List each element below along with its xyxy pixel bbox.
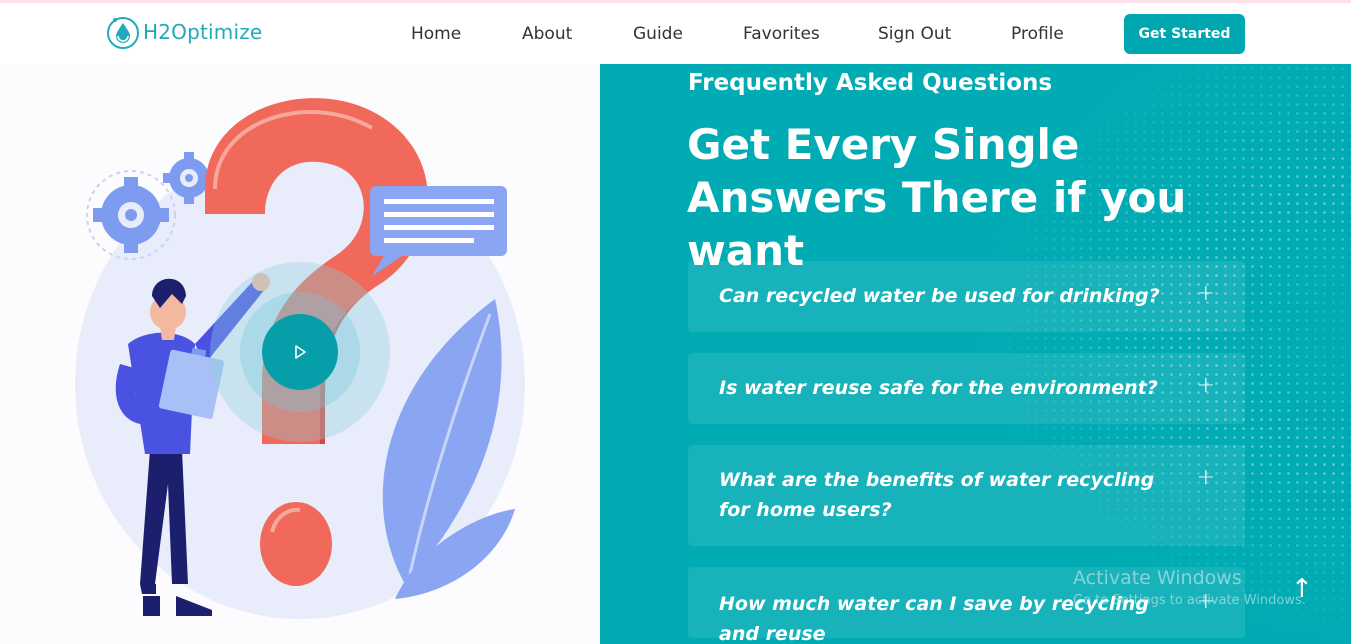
activate-windows-title: Activate Windows [1073, 567, 1242, 589]
faq-kicker: Frequently Asked Questions [688, 70, 1053, 96]
faq-heading: Get Every Single Answers There if you wa… [687, 120, 1187, 275]
plus-icon: + [1196, 373, 1215, 398]
plus-icon: + [1196, 281, 1215, 306]
faq-illustration-panel [0, 64, 600, 644]
arrow-up-icon[interactable]: ↑ [1291, 574, 1313, 604]
get-started-button[interactable]: Get Started [1124, 14, 1245, 54]
water-drop-logo-icon [107, 17, 139, 49]
nav-home[interactable]: Home [411, 24, 461, 44]
faq-item[interactable]: What are the benefits of water recycling… [688, 445, 1245, 546]
nav-guide[interactable]: Guide [633, 24, 683, 44]
nav-about[interactable]: About [522, 24, 572, 44]
brand-name: H2Optimize [143, 20, 263, 44]
gear-large-icon [86, 170, 176, 260]
nav-favorites[interactable]: Favorites [743, 24, 820, 44]
faq-question: Can recycled water be used for drinking? [719, 285, 1160, 307]
brand-logo[interactable]: H2Optimize [106, 14, 262, 50]
faq-question: Is water reuse safe for the environment? [719, 377, 1158, 399]
activate-windows-subtitle: Go to Settings to activate Windows. [1073, 593, 1306, 608]
faq-panel: Frequently Asked Questions Get Every Sin… [600, 64, 1351, 644]
plus-icon: + [1196, 465, 1215, 490]
play-video-button[interactable] [262, 314, 338, 390]
nav-profile[interactable]: Profile [1011, 24, 1064, 44]
faq-item[interactable]: Is water reuse safe for the environment?… [688, 353, 1245, 424]
play-icon [295, 345, 306, 359]
faq-item[interactable]: Can recycled water be used for drinking?… [688, 261, 1245, 332]
site-header: H2Optimize Home About Guide Favorites Si… [0, 3, 1351, 64]
faq-question: What are the benefits of water recycling… [719, 469, 1155, 521]
nav-sign-out[interactable]: Sign Out [878, 24, 951, 44]
